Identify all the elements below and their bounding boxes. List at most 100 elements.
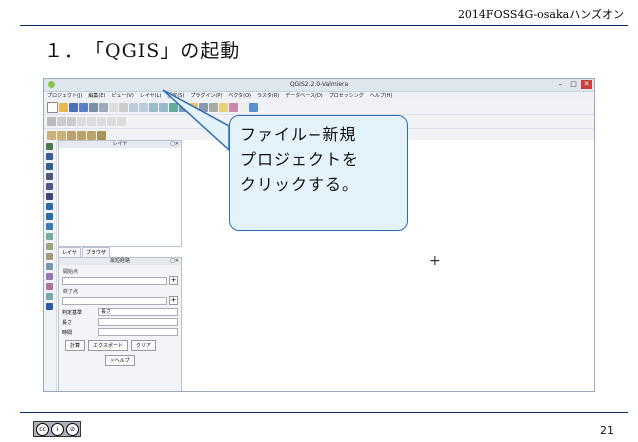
map-tips-icon[interactable] xyxy=(219,103,228,112)
callout-line-2: プロジェクトを xyxy=(240,150,360,169)
map-crosshair-icon: + xyxy=(429,253,441,269)
save-project-icon[interactable] xyxy=(69,103,78,112)
zoom-in-icon[interactable] xyxy=(129,103,138,112)
layer-toolbar xyxy=(44,140,57,391)
add-wfs-icon[interactable] xyxy=(46,223,53,230)
menu-raster[interactable]: ラスタ(R) xyxy=(257,92,279,101)
zoom-layer-icon[interactable] xyxy=(159,103,168,112)
menu-project[interactable]: プロジェクト(J) xyxy=(47,92,82,101)
minimize-icon[interactable]: – xyxy=(555,80,566,89)
bookmark-icon[interactable] xyxy=(229,103,238,112)
measure-icon[interactable] xyxy=(209,103,218,112)
start-point-row: + xyxy=(62,276,178,285)
menu-layer[interactable]: レイヤ(L) xyxy=(140,92,162,101)
save-as-icon[interactable] xyxy=(79,103,88,112)
end-point-add-button[interactable]: + xyxy=(169,296,178,305)
georeference-icon[interactable] xyxy=(46,293,53,300)
menu-database[interactable]: データベース(D) xyxy=(285,92,323,101)
start-point-add-button[interactable]: + xyxy=(169,276,178,285)
layers-panel-title: レイヤ xyxy=(112,141,128,147)
zoom-full-icon[interactable] xyxy=(149,103,158,112)
attribute-table-icon[interactable] xyxy=(199,103,208,112)
new-gpx-icon[interactable] xyxy=(46,263,53,270)
menu-plugins[interactable]: プラグイン(P) xyxy=(190,92,222,101)
length-label: 長さ xyxy=(62,319,73,326)
layers-panel: レイヤ ▢✕ xyxy=(58,140,182,247)
save-edits-icon[interactable] xyxy=(67,117,76,126)
add-spatialite-icon[interactable] xyxy=(46,173,53,180)
menu-settings[interactable]: 設定(S) xyxy=(167,92,184,101)
close-icon[interactable]: ✕ xyxy=(581,80,592,89)
menu-vector[interactable]: ベクタ(O) xyxy=(228,92,251,101)
composer-manager-icon[interactable] xyxy=(99,103,108,112)
help-icon[interactable] xyxy=(249,103,258,112)
virtual-layer-icon[interactable] xyxy=(46,273,53,280)
delete-icon[interactable] xyxy=(107,117,116,126)
edit-pencil-icon[interactable] xyxy=(47,117,56,126)
calculate-button[interactable]: 計算 xyxy=(65,340,86,351)
time-row: 時間 xyxy=(62,328,178,336)
sa-icon: ⊘ xyxy=(66,422,79,436)
length-row: 長さ xyxy=(62,318,178,326)
export-button[interactable]: エクスポート xyxy=(88,340,128,351)
add-raster-icon[interactable] xyxy=(46,153,53,160)
end-point-label: 終了点 xyxy=(63,289,79,295)
page-number: 21 xyxy=(600,424,614,437)
label-move-icon[interactable] xyxy=(67,131,76,140)
refresh-icon[interactable] xyxy=(169,103,178,112)
help-button[interactable]: ✕ヘルプ xyxy=(105,355,135,366)
gps-icon[interactable] xyxy=(46,283,53,290)
time-label: 時間 xyxy=(62,329,73,336)
new-shapefile-icon[interactable] xyxy=(46,243,53,250)
main-toolbar xyxy=(44,101,594,115)
identify-icon[interactable] xyxy=(179,103,188,112)
panel-close-icon[interactable]: ▢✕ xyxy=(170,141,179,148)
maximize-icon[interactable]: □ xyxy=(568,80,579,89)
clear-button[interactable]: クリア xyxy=(130,340,156,351)
cc-license-badge: cc i ⊘ xyxy=(33,421,81,437)
text-annotation-icon[interactable] xyxy=(239,103,248,112)
new-project-icon[interactable] xyxy=(47,102,58,113)
add-feature-icon[interactable] xyxy=(77,117,86,126)
open-project-icon[interactable] xyxy=(59,103,68,112)
by-icon: i xyxy=(51,422,64,436)
pan-to-selection-icon[interactable] xyxy=(119,103,128,112)
label-rotate-icon[interactable] xyxy=(77,131,86,140)
menu-help[interactable]: ヘルプ(H) xyxy=(370,92,393,101)
add-wcs-icon[interactable] xyxy=(46,213,53,220)
menu-view[interactable]: ビュー(V) xyxy=(111,92,133,101)
callout-box: ファイル−新規 プロジェクトを クリックする。 xyxy=(229,115,408,231)
label-icon[interactable] xyxy=(47,131,56,140)
start-point-input[interactable] xyxy=(62,276,167,285)
callout-line-1: ファイル−新規 xyxy=(240,125,357,144)
criterion-row: 判定基準 長さ xyxy=(62,308,178,316)
cut-icon[interactable] xyxy=(117,117,126,126)
add-postgis-icon[interactable] xyxy=(46,163,53,170)
window-controls: – □ ✕ xyxy=(555,80,592,89)
zoom-out-icon[interactable] xyxy=(139,103,148,112)
label-change-icon[interactable] xyxy=(87,131,96,140)
end-point-input[interactable] xyxy=(62,296,167,305)
label-pin-icon[interactable] xyxy=(57,131,66,140)
add-oracle-icon[interactable] xyxy=(46,193,53,200)
label-show-icon[interactable] xyxy=(97,131,106,140)
new-spatialite-icon[interactable] xyxy=(46,253,53,260)
add-delimited-text-icon[interactable] xyxy=(46,233,53,240)
menu-processing[interactable]: プロセッシング xyxy=(329,92,364,101)
edit-icon[interactable] xyxy=(57,117,66,126)
panel-close-icon[interactable]: ▢✕ xyxy=(170,258,179,265)
add-wms-icon[interactable] xyxy=(46,203,53,210)
routing-icon[interactable] xyxy=(46,303,53,310)
pan-icon[interactable] xyxy=(109,103,118,112)
shortest-path-title: 最短経路 xyxy=(109,258,130,264)
select-icon[interactable] xyxy=(189,103,198,112)
add-mssql-icon[interactable] xyxy=(46,183,53,190)
node-tool-icon[interactable] xyxy=(97,117,106,126)
window-title: QGIS2.2.0-Valmiera xyxy=(289,81,349,88)
menu-edit[interactable]: 編集(E) xyxy=(88,92,105,101)
add-vector-icon[interactable] xyxy=(46,143,53,150)
criterion-select[interactable]: 長さ xyxy=(98,308,178,316)
action-buttons: 計算 エクスポート クリア xyxy=(65,340,175,351)
move-feature-icon[interactable] xyxy=(87,117,96,126)
print-composer-icon[interactable] xyxy=(89,103,98,112)
